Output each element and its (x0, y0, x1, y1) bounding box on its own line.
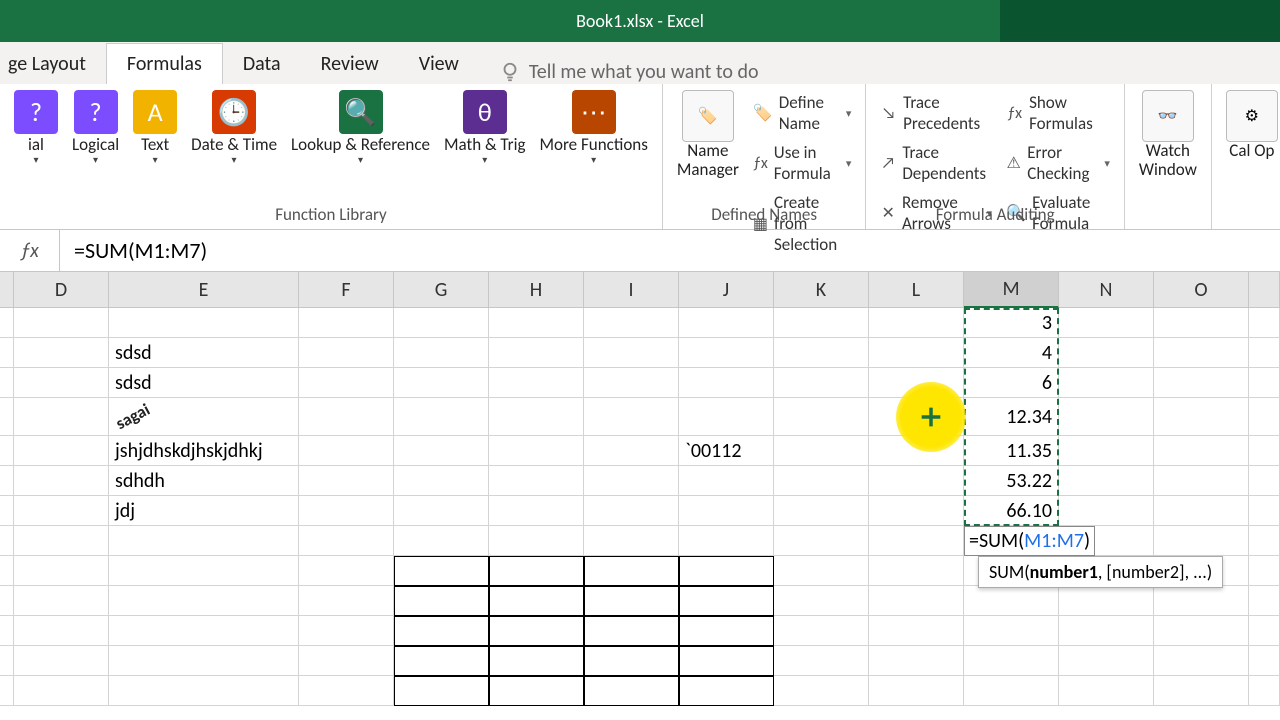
table-row[interactable] (0, 586, 1280, 616)
tell-me-search[interactable]: Tell me what you want to do (479, 60, 779, 84)
window-controls[interactable] (1000, 0, 1280, 42)
table-row[interactable] (0, 646, 1280, 676)
table-row[interactable]: sdhdh53.22 (0, 466, 1280, 496)
worksheet-grid[interactable]: D E F G H I J K L M N O 3 sdsd4 sdsd6 sa… (0, 272, 1280, 706)
table-row[interactable] (0, 616, 1280, 646)
tab-formulas[interactable]: Formulas (106, 43, 223, 84)
col-header-N[interactable]: N (1059, 272, 1154, 308)
table-row[interactable] (0, 676, 1280, 706)
col-header-O[interactable]: O (1154, 272, 1249, 308)
col-header-K[interactable]: K (774, 272, 869, 308)
col-header-H[interactable]: H (489, 272, 584, 308)
tab-review[interactable]: Review (301, 44, 399, 84)
define-name-button[interactable]: 🏷️Define Name▾ (749, 90, 856, 136)
table-row[interactable]: jdj66.10 (0, 496, 1280, 526)
title-bar: Book1.xlsx - Excel (0, 0, 1280, 42)
col-header-G[interactable]: G (394, 272, 489, 308)
ribbon-tabs: ge Layout Formulas Data Review View Tell… (0, 42, 1280, 84)
group-label-function-library: Function Library (10, 202, 652, 227)
name-manager-button[interactable]: 🏷️ Name Manager (673, 88, 743, 181)
error-check-icon: ⚠ (1006, 152, 1021, 174)
group-label-defined-names: Defined Names (673, 202, 856, 227)
trace-dependents-button[interactable]: ↗Trace Dependents (876, 140, 996, 186)
name-manager-icon: 🏷️ (698, 106, 718, 126)
table-row[interactable]: sdsd6 (0, 368, 1280, 398)
tab-page-layout[interactable]: ge Layout (0, 44, 106, 84)
column-headers: D E F G H I J K L M N O (0, 272, 1280, 308)
fx-icon: ƒx (753, 152, 768, 174)
col-header-J[interactable]: J (679, 272, 774, 308)
error-checking-button[interactable]: ⚠Error Checking▾ (1002, 140, 1114, 186)
lookup-button[interactable]: 🔍Lookup & Reference▾ (287, 88, 434, 168)
show-formulas-button[interactable]: ƒxShow Formulas (1002, 90, 1114, 136)
calc-options-button[interactable]: ⚙Cal Op (1222, 88, 1280, 163)
table-row[interactable]: jshjdhskdjhskjdhkj`0011211.35 (0, 436, 1280, 466)
trace-dep-icon: ↗ (880, 152, 896, 174)
table-row[interactable]: sdsd4 (0, 338, 1280, 368)
financial-button[interactable]: ?ial▾ (10, 88, 62, 168)
formula-bar: ƒx =SUM(M1:M7) (0, 230, 1280, 272)
col-header-D[interactable]: D (14, 272, 109, 308)
trace-prec-icon: ↘ (880, 102, 897, 124)
date-time-button[interactable]: 🕒Date & Time▾ (187, 88, 281, 168)
watch-window-button[interactable]: 👓 Watch Window (1135, 88, 1201, 181)
tab-data[interactable]: Data (223, 44, 301, 84)
lightbulb-icon (499, 61, 521, 83)
col-header-I[interactable]: I (584, 272, 679, 308)
trace-precedents-button[interactable]: ↘Trace Precedents (876, 90, 996, 136)
logical-button[interactable]: ?Logical▾ (68, 88, 123, 168)
more-functions-button[interactable]: ⋯More Functions▾ (535, 88, 651, 168)
use-in-formula-button[interactable]: ƒxUse in Formula▾ (749, 140, 856, 186)
watch-window-icon: 👓 (1158, 106, 1178, 126)
col-header-L[interactable]: L (869, 272, 964, 308)
tag-icon: 🏷️ (753, 102, 773, 124)
math-trig-button[interactable]: θMath & Trig▾ (440, 88, 530, 168)
tab-view[interactable]: View (399, 44, 479, 84)
table-row[interactable]: 3 (0, 308, 1280, 338)
app-title: Book1.xlsx - Excel (576, 10, 704, 32)
col-header-M[interactable]: M (964, 272, 1059, 308)
show-formulas-icon: ƒx (1006, 102, 1023, 124)
col-header-E[interactable]: E (109, 272, 299, 308)
formula-input[interactable]: =SUM(M1:M7) (60, 237, 1280, 264)
function-tooltip: SUM(number1, [number2], ...) (978, 556, 1223, 588)
cursor-highlight-icon (896, 382, 966, 452)
col-header-F[interactable]: F (299, 272, 394, 308)
fx-button[interactable]: ƒx (0, 230, 60, 271)
group-label-formula-auditing: Formula Auditing (876, 202, 1113, 227)
ribbon: ?ial▾ ?Logical▾ AText▾ 🕒Date & Time▾ 🔍Lo… (0, 84, 1280, 230)
table-row[interactable]: sagai12.34 (0, 398, 1280, 436)
cell-edit-overlay[interactable]: =SUM(M1:M7) (964, 526, 1095, 556)
text-button[interactable]: AText▾ (129, 88, 181, 168)
